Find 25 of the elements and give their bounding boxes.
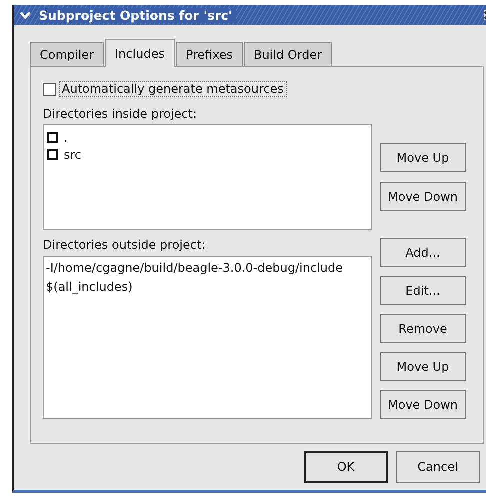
checkbox[interactable]: [47, 132, 58, 143]
list-item[interactable]: $(all_includes): [46, 278, 369, 297]
push-button[interactable]: Remove: [380, 314, 466, 343]
tab[interactable]: Compiler: [30, 42, 104, 66]
tab[interactable]: Build Order: [244, 42, 332, 66]
window-title: Subproject Options for 'src': [39, 8, 236, 22]
dialog-button[interactable]: OK: [304, 451, 388, 483]
section-label: Directories outside project:: [43, 238, 207, 252]
push-button[interactable]: Add...: [380, 238, 466, 267]
list-item[interactable]: .: [64, 130, 68, 144]
push-button[interactable]: Edit...: [380, 276, 466, 305]
list-item[interactable]: src: [64, 148, 82, 162]
section-label: Directories inside project:: [43, 107, 198, 121]
push-button[interactable]: Move Down: [380, 182, 466, 211]
tab[interactable]: Includes: [105, 39, 175, 67]
push-button[interactable]: Move Up: [380, 352, 466, 381]
list-item[interactable]: -I/home/cgagne/build/beagle-3.0.0-debug/include: [46, 259, 369, 278]
chevron-down-icon[interactable]: [20, 10, 31, 20]
dialog-button[interactable]: Cancel: [396, 451, 480, 483]
tab[interactable]: Prefixes: [176, 42, 243, 66]
checkbox[interactable]: [43, 82, 56, 96]
checkbox-label[interactable]: Automatically generate metasources: [59, 81, 287, 97]
push-button[interactable]: Move Down: [380, 390, 466, 419]
push-button[interactable]: Move Up: [380, 143, 466, 172]
checkbox[interactable]: [47, 149, 58, 160]
